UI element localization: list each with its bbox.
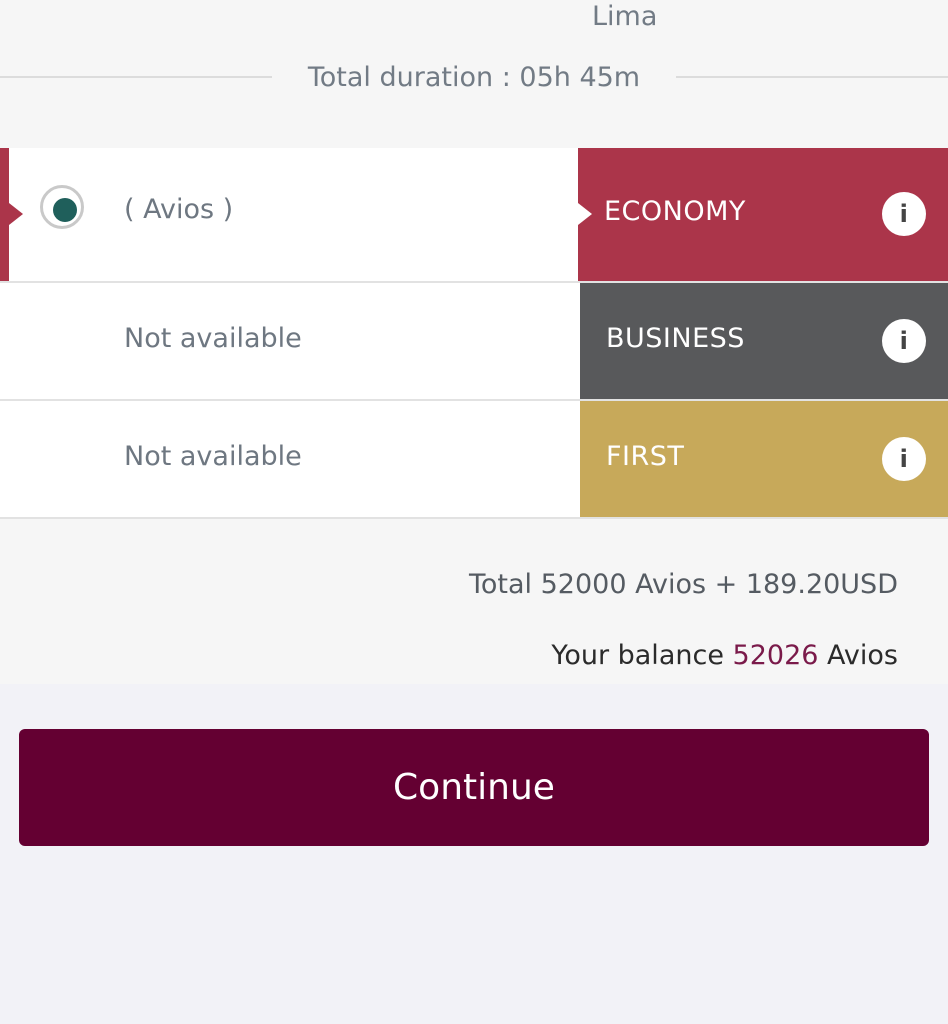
- avios-balance: Your balance 52026 Avios: [551, 640, 898, 671]
- fare-radio-economy[interactable]: [40, 185, 84, 229]
- fare-price-economy: ( Avios ): [124, 194, 234, 225]
- cabin-label-economy: ECONOMY: [604, 196, 746, 227]
- selected-indicator: [0, 148, 23, 281]
- divider-right: [676, 76, 948, 78]
- fare-row-business: Not available BUSINESS i: [0, 283, 948, 399]
- fare-price-business: Not available: [124, 323, 302, 354]
- cabin-first[interactable]: FIRST i: [580, 401, 948, 517]
- balance-prefix: Your balance: [551, 640, 724, 671]
- cabin-label-first: FIRST: [606, 441, 685, 472]
- arrival-city: Lima: [592, 1, 658, 32]
- price-summary: Total 52000 Avios + 189.20USD Your balan…: [0, 519, 948, 684]
- fare-row-economy[interactable]: ( Avios ) ECONOMY i: [0, 148, 948, 281]
- fare-row-first: Not available FIRST i: [0, 401, 948, 517]
- total-price: Total 52000 Avios + 189.20USD: [468, 569, 898, 600]
- continue-button[interactable]: Continue: [19, 729, 929, 846]
- fare-price-first: Not available: [124, 441, 302, 472]
- info-icon[interactable]: i: [882, 437, 926, 481]
- flight-summary: Lima Total duration : 05h 45m: [0, 0, 948, 148]
- cabin-label-business: BUSINESS: [606, 323, 745, 354]
- info-icon[interactable]: i: [882, 192, 926, 236]
- cabin-economy[interactable]: ECONOMY i: [578, 148, 948, 281]
- radio-selected-icon: [53, 198, 77, 222]
- balance-value: 52026: [732, 640, 819, 671]
- info-icon[interactable]: i: [882, 319, 926, 363]
- balance-suffix: Avios: [827, 640, 898, 671]
- divider-left: [0, 76, 272, 78]
- total-duration: Total duration : 05h 45m: [307, 62, 641, 93]
- fare-selection-page: Lima Total duration : 05h 45m ( Avios ) …: [0, 0, 948, 1024]
- cabin-business[interactable]: BUSINESS i: [580, 283, 948, 399]
